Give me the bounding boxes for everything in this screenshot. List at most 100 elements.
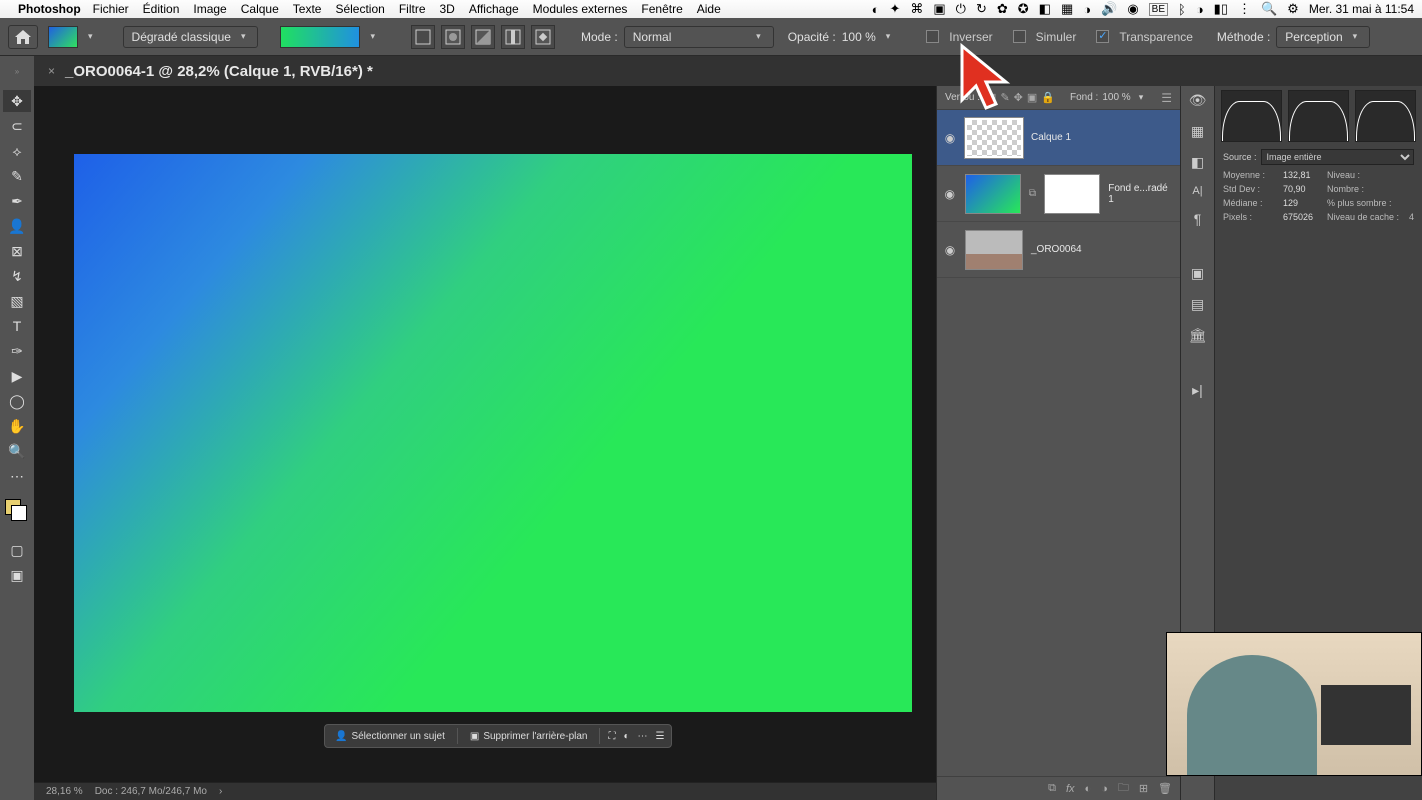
opacity-value[interactable]: 100 % bbox=[842, 30, 876, 44]
menu-calque[interactable]: Calque bbox=[241, 2, 279, 16]
chevron-down-icon[interactable]: ▾ bbox=[84, 31, 97, 42]
collapse-handle-icon[interactable]: » bbox=[3, 65, 31, 77]
pen-tool[interactable]: ✑ bbox=[3, 340, 31, 362]
wifi-icon[interactable]: ⋮ bbox=[1238, 1, 1251, 17]
tray-icon[interactable]: ⏻ bbox=[956, 1, 966, 17]
mask-icon[interactable]: ◐ bbox=[1085, 783, 1092, 795]
delete-layer-icon[interactable]: 🗑 bbox=[1158, 782, 1172, 795]
lock-position-icon[interactable]: ✥ bbox=[1014, 91, 1023, 104]
libraries-icon[interactable]: ▤ bbox=[1191, 296, 1204, 313]
eyedropper-tool[interactable]: ✒ bbox=[3, 190, 31, 212]
panel-menu-icon[interactable]: ☰ bbox=[1161, 91, 1172, 105]
gradient-reflected-button[interactable] bbox=[501, 25, 525, 49]
adjustments-icon[interactable]: ◧ bbox=[1191, 154, 1204, 171]
menu-edition[interactable]: Édition bbox=[143, 2, 180, 16]
lock-pixels-icon[interactable]: ▦ bbox=[986, 91, 996, 104]
fx-icon[interactable]: fx bbox=[1066, 783, 1075, 795]
tray-icon[interactable]: ◧ bbox=[1039, 1, 1051, 17]
visibility-icon[interactable]: 👁 bbox=[1189, 92, 1207, 109]
lasso-tool[interactable]: ⊂ bbox=[3, 115, 31, 137]
gradient-type-dropdown[interactable]: Dégradé classique ▾ bbox=[123, 26, 259, 48]
foreground-background-colors[interactable] bbox=[3, 499, 31, 521]
visibility-toggle-icon[interactable]: ◉ bbox=[943, 131, 957, 145]
tray-icon[interactable]: ▦ bbox=[1061, 1, 1073, 17]
edit-toolbar[interactable]: ⋯ bbox=[3, 465, 31, 487]
crop-tool[interactable]: ✎ bbox=[3, 165, 31, 187]
tray-icon[interactable]: ◐ bbox=[872, 2, 880, 17]
menu-3d[interactable]: 3D bbox=[440, 2, 455, 16]
lock-brush-icon[interactable]: ✎ bbox=[1000, 91, 1009, 104]
gradient-diamond-button[interactable] bbox=[531, 25, 555, 49]
tray-icon[interactable]: ✿ bbox=[997, 1, 1008, 17]
layer-row[interactable]: ◉ Calque 1 bbox=[937, 110, 1180, 166]
gradient-linear-button[interactable] bbox=[411, 25, 435, 49]
layer-row[interactable]: ◉ ⧉ Fond e...radé 1 bbox=[937, 166, 1180, 222]
properties-icon[interactable]: ☰ bbox=[656, 731, 665, 742]
layer-thumbnail[interactable] bbox=[965, 174, 1021, 214]
menu-selection[interactable]: Sélection bbox=[335, 2, 384, 16]
ellipse-tool[interactable]: ◯ bbox=[3, 390, 31, 412]
app-name[interactable]: Photoshop bbox=[18, 2, 81, 16]
tray-lang[interactable]: BE bbox=[1149, 3, 1168, 16]
search-icon[interactable]: 🔍 bbox=[1261, 1, 1277, 17]
menu-affichage[interactable]: Affichage bbox=[469, 2, 519, 16]
quick-select-tool[interactable]: ⟡ bbox=[3, 140, 31, 162]
brush-tool[interactable]: 👤 bbox=[3, 215, 31, 237]
battery-icon[interactable]: ▮▯ bbox=[1214, 1, 1228, 17]
layer-name[interactable]: Fond e...radé 1 bbox=[1108, 183, 1174, 205]
doc-size[interactable]: Doc : 246,7 Mo/246,7 Mo bbox=[95, 786, 207, 797]
hand-tool[interactable]: ✋ bbox=[3, 415, 31, 437]
simuler-checkbox[interactable] bbox=[1013, 30, 1026, 43]
bluetooth-icon[interactable]: ᛒ bbox=[1178, 2, 1186, 17]
gradient-radial-button[interactable] bbox=[441, 25, 465, 49]
tray-icon[interactable]: ✦ bbox=[889, 1, 900, 17]
group-icon[interactable]: 🗀 bbox=[1118, 779, 1129, 798]
select-subject-button[interactable]: 👤Sélectionner un sujet bbox=[331, 729, 449, 744]
tool-preset-thumb[interactable] bbox=[48, 26, 78, 48]
path-select-tool[interactable]: ▶ bbox=[3, 365, 31, 387]
tray-icon[interactable]: 🔊 bbox=[1101, 1, 1117, 17]
menu-fenetre[interactable]: Fenêtre bbox=[641, 2, 682, 16]
new-layer-icon[interactable]: ⊞ bbox=[1139, 782, 1148, 795]
tray-icon[interactable]: ⌘ bbox=[910, 1, 923, 17]
layer-thumbnail[interactable] bbox=[965, 118, 1023, 158]
fond-value[interactable]: 100 % bbox=[1102, 92, 1130, 103]
quick-mask-icon[interactable]: ▢ bbox=[3, 539, 31, 561]
chevron-down-icon[interactable]: ▾ bbox=[1135, 92, 1148, 103]
gradient-angle-button[interactable] bbox=[471, 25, 495, 49]
layer-name[interactable]: Calque 1 bbox=[1031, 132, 1071, 143]
link-icon[interactable]: ⧉ bbox=[1029, 188, 1036, 199]
chevron-down-icon[interactable]: ▾ bbox=[882, 31, 895, 42]
menu-modules[interactable]: Modules externes bbox=[533, 2, 628, 16]
clock[interactable]: Mer. 31 mai à 11:54 bbox=[1309, 2, 1414, 16]
menu-filtre[interactable]: Filtre bbox=[399, 2, 426, 16]
tray-icon[interactable]: ◑ bbox=[1196, 2, 1204, 17]
grid-icon[interactable]: ▦ bbox=[1191, 123, 1204, 140]
lock-all-icon[interactable]: 🔒 bbox=[1041, 91, 1055, 104]
frame-tool[interactable]: ⊠ bbox=[3, 240, 31, 262]
control-center-icon[interactable]: ⚙ bbox=[1287, 1, 1299, 17]
source-dropdown[interactable]: Image entière bbox=[1261, 149, 1414, 165]
tray-icon[interactable]: ↻ bbox=[976, 1, 987, 17]
more-icon[interactable]: ⋯ bbox=[638, 731, 648, 742]
paragraph-icon[interactable]: ¶ bbox=[1194, 211, 1202, 227]
status-arrow-icon[interactable]: › bbox=[219, 786, 222, 797]
actions-icon[interactable]: ▸| bbox=[1192, 382, 1203, 399]
link-layers-icon[interactable]: ⧉ bbox=[1048, 782, 1056, 795]
move-tool[interactable]: ✥ bbox=[3, 90, 31, 112]
adjust-icon[interactable]: ◐ bbox=[623, 731, 629, 742]
tray-icon[interactable]: ✪ bbox=[1018, 1, 1029, 17]
history-icon[interactable]: 🏛 bbox=[1189, 327, 1207, 344]
zoom-level[interactable]: 28,16 % bbox=[46, 786, 83, 797]
zoom-tool[interactable]: 🔍 bbox=[3, 440, 31, 462]
close-tab-icon[interactable]: × bbox=[48, 64, 55, 78]
menu-texte[interactable]: Texte bbox=[293, 2, 322, 16]
swatches-icon[interactable]: ▣ bbox=[1191, 265, 1204, 282]
tray-icon[interactable]: ◉ bbox=[1127, 1, 1138, 17]
menu-image[interactable]: Image bbox=[193, 2, 226, 16]
menu-fichier[interactable]: Fichier bbox=[93, 2, 129, 16]
document-canvas[interactable] bbox=[74, 154, 912, 712]
screen-mode-icon[interactable]: ▣ bbox=[3, 564, 31, 586]
type-tool[interactable]: T bbox=[3, 315, 31, 337]
home-button[interactable] bbox=[8, 25, 38, 49]
